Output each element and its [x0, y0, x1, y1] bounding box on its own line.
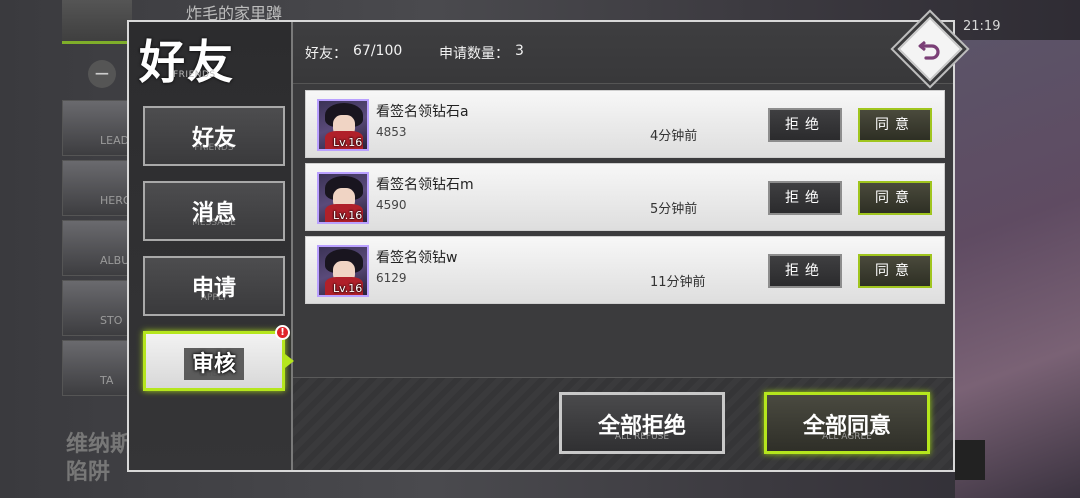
agree-button[interactable]: 同意: [858, 108, 932, 142]
bg-label-story: STO: [100, 314, 123, 327]
bg-label-lead: LEAD: [100, 134, 130, 147]
tab-friends-label: 好友: [191, 126, 236, 151]
background-artwork: [955, 40, 1080, 498]
clock: 21:19: [963, 19, 1001, 34]
requester-name: 看签名领钻石a: [376, 104, 469, 120]
request-time: 5分钟前: [650, 202, 698, 217]
requests-count: 3: [515, 43, 524, 59]
dialog-title: 好友: [139, 35, 235, 89]
level-label: Lv.16: [333, 136, 363, 149]
agree-all-label: 全部同意: [802, 414, 891, 439]
back-arrow-icon: [918, 40, 940, 60]
requester-id: 6129: [376, 271, 407, 285]
tab-check[interactable]: CHECK 审核 !: [143, 325, 294, 391]
friends-count-label: 好友：: [305, 46, 347, 62]
requester-id: 4590: [376, 198, 407, 212]
reject-all-button[interactable]: ALL REFUSE 全部拒绝: [559, 392, 725, 454]
back-button[interactable]: [895, 14, 965, 84]
agree-button[interactable]: 同意: [858, 181, 932, 215]
tab-apply-label: 申请: [191, 276, 236, 301]
requests-count-label: 申请数量：: [439, 46, 509, 62]
level-label: Lv.16: [333, 282, 363, 295]
list-item: Lv.16 看签名领钻石m 4590 5分钟前 拒绝 同意: [305, 163, 945, 231]
agree-button[interactable]: 同意: [858, 254, 932, 288]
dialog-header: 好友： 67/100 申请数量： 3: [293, 16, 963, 84]
player-portrait-bar: [62, 0, 132, 44]
reject-button[interactable]: 拒绝: [768, 108, 842, 142]
reject-button[interactable]: 拒绝: [768, 181, 842, 215]
avatar: Lv.16: [317, 172, 369, 224]
tab-friends[interactable]: FRIENDS 好友: [143, 106, 285, 166]
requester-name: 看签名领钻石m: [376, 177, 474, 193]
request-list: Lv.16 看签名领钻石a 4853 4分钟前 拒绝 同意 Lv.16 看签名领…: [305, 90, 945, 309]
friends-dialog: 好友 FRIENDS FRIENDS 好友 MESSAGE 消息 APPLY 申…: [127, 16, 963, 472]
bg-label-task: TA: [100, 374, 114, 387]
dialog-title-en: FRIENDS: [173, 70, 216, 80]
avatar: Lv.16: [317, 99, 369, 151]
tab-apply[interactable]: APPLY 申请: [143, 256, 285, 316]
tab-message-label: 消息: [191, 201, 236, 226]
background-panel: [955, 440, 985, 480]
friends-count: 67/100: [353, 43, 403, 59]
request-time: 4分钟前: [650, 129, 698, 144]
avatar: Lv.16: [317, 245, 369, 297]
reject-button[interactable]: 拒绝: [768, 254, 842, 288]
list-item: Lv.16 看签名领钻石a 4853 4分钟前 拒绝 同意: [305, 90, 945, 158]
sidebar: 好友 FRIENDS FRIENDS 好友 MESSAGE 消息 APPLY 申…: [129, 22, 294, 470]
requester-id: 4853: [376, 125, 407, 139]
reject-all-label: 全部拒绝: [597, 414, 686, 439]
minus-icon: −: [88, 60, 116, 88]
requester-name: 看签名领钻w: [376, 250, 458, 266]
request-time: 11分钟前: [650, 275, 706, 290]
dialog-footer: ALL REFUSE 全部拒绝 ALL AGREE 全部同意: [293, 377, 953, 470]
level-label: Lv.16: [333, 209, 363, 222]
alert-badge-icon: !: [275, 325, 290, 340]
list-item: Lv.16 看签名领钻w 6129 11分钟前 拒绝 同意: [305, 236, 945, 304]
tab-check-label: 审核: [191, 352, 236, 377]
tab-message[interactable]: MESSAGE 消息: [143, 181, 285, 241]
agree-all-button[interactable]: ALL AGREE 全部同意: [764, 392, 930, 454]
bg-label-album: ALBU: [100, 254, 130, 267]
